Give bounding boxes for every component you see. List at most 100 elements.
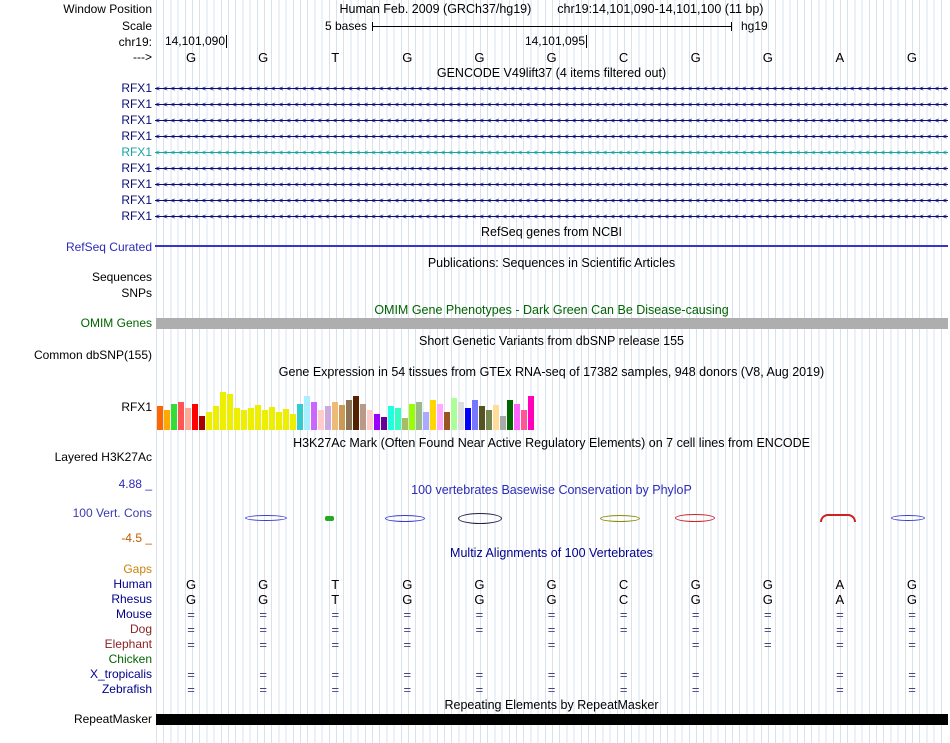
gencode-transcript-glyph[interactable]: <<<<<<<<<<<<<<<<<<<<<<<<<<<<<<<<<<<<<<<<… [155, 160, 948, 176]
gtex-expression-bar[interactable] [451, 398, 457, 430]
gencode-transcript-label[interactable]: RFX1 [0, 80, 152, 96]
gtex-expression-bar[interactable] [374, 414, 380, 430]
publications-sequences-label[interactable]: Sequences [0, 270, 152, 284]
gencode-transcript-label[interactable]: RFX1 [0, 176, 152, 192]
gencode-transcript-glyph[interactable]: <<<<<<<<<<<<<<<<<<<<<<<<<<<<<<<<<<<<<<<<… [155, 128, 948, 144]
multiz-row-mouse[interactable]: Mouse = = = = = = = = = = = [0, 607, 950, 622]
gencode-transcript-row[interactable]: RFX1 <<<<<<<<<<<<<<<<<<<<<<<<<<<<<<<<<<<<… [0, 128, 950, 144]
conservation-wiggle[interactable] [155, 508, 948, 530]
gtex-expression-bar[interactable] [514, 404, 520, 430]
gtex-expression-bar[interactable] [346, 400, 352, 430]
gtex-expression-bar[interactable] [493, 405, 499, 430]
omim-gene-bar[interactable] [156, 318, 948, 329]
gtex-expression-bar[interactable] [507, 400, 513, 430]
gtex-expression-bar[interactable] [395, 408, 401, 430]
gencode-transcript-glyph[interactable]: <<<<<<<<<<<<<<<<<<<<<<<<<<<<<<<<<<<<<<<<… [155, 80, 948, 96]
gtex-expression-bar[interactable] [423, 412, 429, 430]
gtex-expression-bar[interactable] [409, 404, 415, 430]
gtex-expression-bar[interactable] [248, 408, 254, 430]
gencode-transcript-label[interactable]: RFX1 [0, 112, 152, 128]
multiz-row-human[interactable]: Human G G T G G G C G G A G [0, 577, 950, 592]
gtex-expression-bar[interactable] [486, 410, 492, 430]
gtex-expression-bar[interactable] [199, 416, 205, 430]
species-label[interactable]: Zebrafish [0, 682, 152, 697]
gencode-transcript-row[interactable]: RFX1 <<<<<<<<<<<<<<<<<<<<<<<<<<<<<<<<<<<<… [0, 144, 950, 160]
gtex-expression-bar[interactable] [381, 417, 387, 430]
gtex-expression-bar[interactable] [192, 404, 198, 430]
gtex-expression-bar[interactable] [241, 410, 247, 430]
gtex-expression-bar[interactable] [227, 394, 233, 430]
gencode-transcript-label[interactable]: RFX1 [0, 192, 152, 208]
gtex-expression-bar[interactable] [458, 402, 464, 430]
vert-cons-label[interactable]: 100 Vert. Cons [0, 506, 152, 520]
gtex-expression-bar[interactable] [276, 412, 282, 430]
gtex-expression-bar[interactable] [325, 406, 331, 430]
refseq-gene-line[interactable] [155, 245, 948, 247]
gencode-transcript-row[interactable]: RFX1 <<<<<<<<<<<<<<<<<<<<<<<<<<<<<<<<<<<<… [0, 112, 950, 128]
gtex-expression-bar[interactable] [171, 404, 177, 430]
gtex-expression-bar[interactable] [388, 406, 394, 430]
gtex-expression-bar[interactable] [255, 405, 261, 430]
multiz-row-x_tropicalis[interactable]: X_tropicalis = = = = = = = = = = [0, 667, 950, 682]
h3k27ac-track-title[interactable]: H3K27Ac Mark (Often Found Near Active Re… [155, 436, 948, 450]
repeatmasker-element-bar[interactable] [156, 714, 948, 725]
gtex-expression-bar[interactable] [318, 410, 324, 430]
multiz-row-dog[interactable]: Dog = = = = = = = = = = = [0, 622, 950, 637]
gencode-transcript-row[interactable]: RFX1 <<<<<<<<<<<<<<<<<<<<<<<<<<<<<<<<<<<<… [0, 160, 950, 176]
gtex-expression-bar[interactable] [185, 408, 191, 430]
gtex-expression-bar[interactable] [213, 406, 219, 430]
dbsnp-track-title[interactable]: Short Genetic Variants from dbSNP releas… [155, 334, 948, 348]
species-label[interactable]: Human [0, 577, 152, 592]
gtex-expression-bar[interactable] [367, 410, 373, 430]
omim-genes-label[interactable]: OMIM Genes [0, 317, 152, 330]
publications-snps-label[interactable]: SNPs [0, 286, 152, 300]
gtex-expression-bar[interactable] [430, 400, 436, 430]
gencode-track-title[interactable]: GENCODE V49lift37 (4 items filtered out) [155, 66, 948, 80]
gtex-expression-bar[interactable] [304, 396, 310, 430]
gtex-expression-bar[interactable] [479, 406, 485, 430]
refseq-curated-label[interactable]: RefSeq Curated [0, 240, 152, 254]
multiz-row-zebrafish[interactable]: Zebrafish = = = = = = = = = = [0, 682, 950, 697]
gtex-expression-bar[interactable] [360, 404, 366, 430]
common-dbsnp-label[interactable]: Common dbSNP(155) [0, 348, 152, 362]
gtex-gene-label[interactable]: RFX1 [0, 400, 152, 414]
gtex-expression-bar[interactable] [521, 410, 527, 430]
gtex-expression-bar[interactable] [339, 405, 345, 430]
gencode-transcript-label[interactable]: RFX1 [0, 144, 152, 160]
species-label[interactable]: Chicken [0, 652, 152, 667]
species-label[interactable]: Rhesus [0, 592, 152, 607]
gtex-expression-bar[interactable] [164, 410, 170, 430]
conservation-track-title[interactable]: 100 vertebrates Basewise Conservation by… [155, 483, 948, 497]
gtex-expression-bar[interactable] [234, 408, 240, 430]
species-label[interactable]: Elephant [0, 637, 152, 652]
gtex-expression-bar[interactable] [528, 396, 534, 430]
gencode-transcript-glyph[interactable]: <<<<<<<<<<<<<<<<<<<<<<<<<<<<<<<<<<<<<<<<… [155, 112, 948, 128]
gencode-transcript-row[interactable]: RFX1 <<<<<<<<<<<<<<<<<<<<<<<<<<<<<<<<<<<<… [0, 192, 950, 208]
gtex-expression-bar[interactable] [465, 408, 471, 430]
gencode-transcript-glyph[interactable]: <<<<<<<<<<<<<<<<<<<<<<<<<<<<<<<<<<<<<<<<… [155, 192, 948, 208]
gencode-transcript-row[interactable]: RFX1 <<<<<<<<<<<<<<<<<<<<<<<<<<<<<<<<<<<<… [0, 208, 950, 224]
gencode-transcript-label[interactable]: RFX1 [0, 208, 152, 224]
gtex-expression-bar[interactable] [437, 404, 443, 430]
species-label[interactable]: Mouse [0, 607, 152, 622]
species-label[interactable]: Dog [0, 622, 152, 637]
gencode-transcript-glyph[interactable]: <<<<<<<<<<<<<<<<<<<<<<<<<<<<<<<<<<<<<<<<… [155, 96, 948, 112]
gtex-expression-bar[interactable] [416, 402, 422, 430]
omim-track-title[interactable]: OMIM Gene Phenotypes - Dark Green Can Be… [155, 303, 948, 317]
gtex-expression-bar[interactable] [262, 410, 268, 430]
gencode-transcript-row[interactable]: RFX1 <<<<<<<<<<<<<<<<<<<<<<<<<<<<<<<<<<<<… [0, 80, 950, 96]
repeatmasker-track-title[interactable]: Repeating Elements by RepeatMasker [155, 698, 948, 712]
gtex-track-title[interactable]: Gene Expression in 54 tissues from GTEx … [155, 365, 948, 379]
multiz-track-title[interactable]: Multiz Alignments of 100 Vertebrates [155, 546, 948, 560]
refseq-track-title[interactable]: RefSeq genes from NCBI [155, 225, 948, 239]
gtex-expression-bar[interactable] [283, 409, 289, 430]
gtex-expression-bar[interactable] [220, 392, 226, 430]
gtex-expression-bar[interactable] [402, 418, 408, 430]
gencode-transcript-label[interactable]: RFX1 [0, 96, 152, 112]
repeatmasker-label[interactable]: RepeatMasker [0, 712, 152, 726]
strand-direction-label[interactable]: ---> [0, 50, 152, 64]
gencode-transcript-glyph[interactable]: <<<<<<<<<<<<<<<<<<<<<<<<<<<<<<<<<<<<<<<<… [155, 208, 948, 224]
multiz-row-gaps[interactable]: Gaps [0, 562, 950, 577]
gencode-transcript-row[interactable]: RFX1 <<<<<<<<<<<<<<<<<<<<<<<<<<<<<<<<<<<<… [0, 176, 950, 192]
gtex-expression-bar[interactable] [353, 396, 359, 430]
